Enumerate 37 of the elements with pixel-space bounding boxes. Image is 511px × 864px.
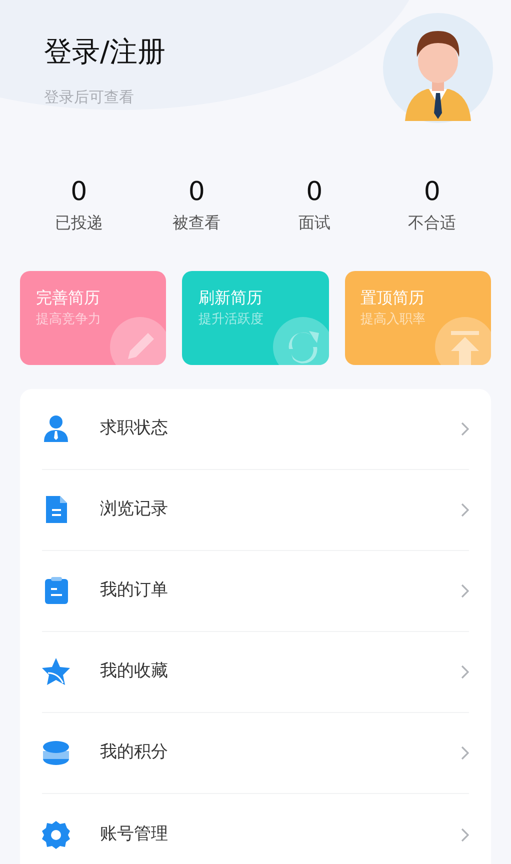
chevron-right-icon xyxy=(461,746,469,760)
login-hint: 登录后可查看 xyxy=(44,87,135,108)
card-subtitle: 提升活跃度 xyxy=(198,312,264,328)
menu-item[interactable]: 我的积分 xyxy=(100,740,461,766)
stat-label[interactable]: 被查看 xyxy=(172,211,221,235)
stat-count[interactable]: 0 xyxy=(188,177,205,207)
chevron-right-icon xyxy=(461,503,469,517)
stat-label[interactable]: 面试 xyxy=(298,211,330,235)
person-icon xyxy=(42,414,70,444)
menu-item[interactable]: 账号管理 xyxy=(100,822,461,848)
card-title: 完善简历 xyxy=(36,288,101,308)
stat-count[interactable]: 0 xyxy=(70,177,88,207)
pencil-icon xyxy=(110,317,166,365)
menu-item[interactable]: 我的订单 xyxy=(100,578,461,604)
stat-count[interactable]: 0 xyxy=(306,177,323,207)
chevron-right-icon xyxy=(461,584,469,598)
clipboard-icon xyxy=(42,576,70,606)
chevron-right-icon xyxy=(461,828,469,842)
card-subtitle: 提高入职率 xyxy=(360,312,427,328)
card-title: 刷新简历 xyxy=(198,288,264,308)
settings-icon xyxy=(42,820,70,850)
card-subtitle: 提高竞争力 xyxy=(36,312,102,328)
stack-icon xyxy=(42,738,70,768)
stat-label[interactable]: 不合适 xyxy=(408,211,456,235)
card-title: 置顶简历 xyxy=(360,288,426,308)
stat-label[interactable]: 已投递 xyxy=(54,211,103,235)
chevron-right-icon xyxy=(461,422,469,436)
menu-item[interactable]: 浏览记录 xyxy=(100,497,461,523)
menu-item[interactable]: 求职状态 xyxy=(100,416,461,442)
chevron-right-icon xyxy=(461,665,469,679)
avatar-figure[interactable] xyxy=(383,13,493,123)
refresh-icon xyxy=(272,317,329,365)
star-icon xyxy=(42,657,70,687)
stat-count[interactable]: 0 xyxy=(424,177,440,207)
pin-top-icon xyxy=(434,317,491,365)
login-title[interactable]: 登录/注册 xyxy=(44,35,166,69)
menu-item[interactable]: 我的收藏 xyxy=(100,659,461,685)
